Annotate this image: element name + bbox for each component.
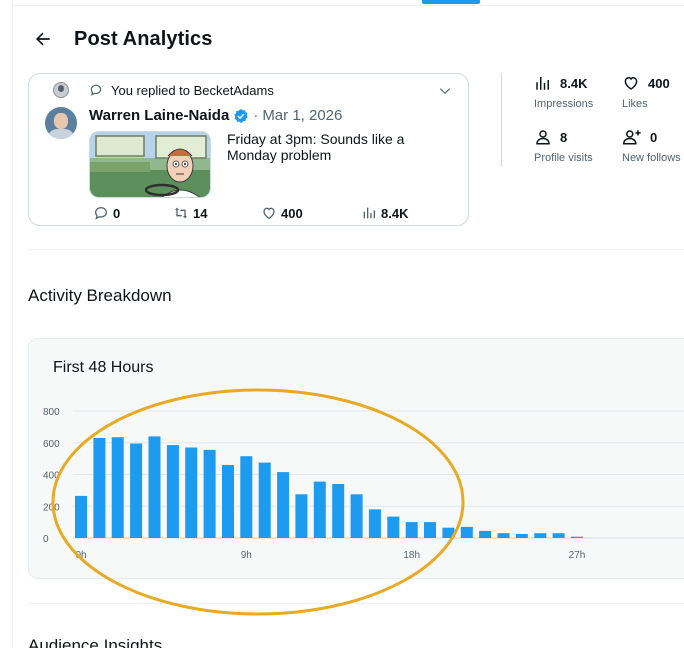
- y-tick-label: 0: [43, 534, 49, 545]
- stat-label: New follows: [622, 152, 681, 164]
- y-tick-label: 200: [43, 502, 60, 513]
- chart-bar[interactable]: 26h: 30: [552, 533, 565, 538]
- stat-value: 400: [648, 75, 670, 91]
- stat-value: 0: [650, 129, 658, 145]
- like-button[interactable]: 400: [261, 205, 303, 221]
- chart-bar[interactable]: 0h: 265: [75, 495, 87, 538]
- chart-bar[interactable]: 21h: 70: [460, 526, 473, 538]
- x-tick-label: 18h: [403, 550, 420, 561]
- repost-count: 14: [193, 205, 208, 221]
- chart-bar[interactable]: 18h: 100: [405, 522, 418, 538]
- top-divider: [12, 5, 684, 6]
- chart-bar[interactable]: 5h: 585: [166, 445, 179, 538]
- chart-bar[interactable]: 24h: 25: [515, 534, 528, 538]
- repost-icon: [175, 207, 187, 219]
- like-count: 400: [281, 205, 303, 221]
- chart-bar[interactable]: 7h: 555: [203, 449, 216, 538]
- repost-button[interactable]: 14: [173, 205, 207, 221]
- left-column-border: [12, 0, 13, 648]
- stats-divider: [501, 73, 502, 166]
- section-divider: [28, 603, 684, 604]
- chart-bar[interactable]: 11h: 415: [277, 472, 290, 538]
- y-tick-label: 600: [43, 439, 60, 450]
- heart-icon: [263, 207, 275, 220]
- chart-bar[interactable]: 1h: 630: [93, 438, 106, 538]
- post-actions: 0 14 400 8.4K: [93, 205, 423, 223]
- activity-bar-chart: 0 200 400 600 800 0h: 265 1h: 630 2h: 635 3h: 59…: [43, 407, 684, 561]
- chart-bar[interactable]: 6h: 570: [185, 447, 198, 539]
- chart-bar[interactable]: 22h: 45: [479, 530, 492, 538]
- bar-chart-icon: [363, 207, 375, 219]
- stat-label: Profile visits: [534, 152, 593, 164]
- reply-count: 0: [113, 205, 121, 221]
- chart-bar[interactable]: 15h: 275: [350, 494, 363, 538]
- author-avatar[interactable]: [45, 107, 77, 139]
- arrow-left-icon: [35, 32, 50, 46]
- separator-dot: ·: [253, 107, 259, 124]
- stat-impressions[interactable]: 8.4K Impressions: [534, 74, 594, 111]
- page-title: Post Analytics: [74, 27, 213, 50]
- chart-bar[interactable]: 16h: 180: [368, 509, 381, 538]
- x-tick-label: 0h: [75, 550, 86, 561]
- stat-profile-visits[interactable]: 8 Profile visits: [534, 128, 593, 165]
- chart-bar[interactable]: 2h: 635: [111, 437, 124, 538]
- chart-bar[interactable]: 9h: 515: [240, 456, 253, 538]
- views-button[interactable]: 8.4K: [361, 205, 408, 221]
- chart-bar[interactable]: 4h: 640: [148, 436, 161, 538]
- stat-label: Impressions: [534, 98, 594, 110]
- chart-bar[interactable]: 8h: 460: [222, 465, 234, 538]
- activity-chart-card: First 48 Hours 02004006008000h: 2651h: 6…: [28, 338, 684, 579]
- y-tick-label: 800: [43, 407, 60, 418]
- author-row: Warren Laine-Naida · Mar 1, 2026: [89, 107, 342, 124]
- person-add-icon: [622, 130, 641, 145]
- chart-bar[interactable]: 19h: 100: [424, 522, 436, 538]
- chart-bar[interactable]: 14h: 340: [332, 484, 345, 538]
- stat-label: Likes: [622, 98, 648, 110]
- replied-user-avatar: [53, 82, 69, 98]
- chart-bar[interactable]: 27h: 8: [571, 536, 583, 538]
- chart-bar[interactable]: 12h: 275: [295, 494, 308, 538]
- chart-bar[interactable]: 3h: 595: [130, 443, 143, 539]
- x-tick-label: 27h: [569, 550, 586, 561]
- post-card[interactable]: You replied to BecketAdams Warren Laine-…: [28, 73, 469, 226]
- chart-bar[interactable]: 17h: 135: [387, 516, 400, 538]
- stat-value: 8.4K: [560, 75, 588, 91]
- chart-bar[interactable]: 25h: 30: [534, 533, 547, 538]
- reply-context: You replied to BecketAdams: [53, 82, 274, 98]
- cartoon-driver-image: [90, 132, 210, 197]
- page-header: Post Analytics: [28, 22, 212, 56]
- back-button[interactable]: [26, 22, 60, 56]
- chevron-down-icon[interactable]: [438, 84, 452, 103]
- chart-bar[interactable]: 13h: 355: [313, 481, 326, 538]
- active-tab-indicator: [422, 0, 480, 4]
- person-icon: [536, 130, 550, 145]
- reply-icon: [89, 83, 103, 97]
- y-tick-label: 400: [43, 471, 60, 482]
- post-text: Friday at 3pm: Sounds like a Monday prob…: [227, 131, 405, 163]
- chart-bar[interactable]: 10h: 475: [258, 462, 271, 538]
- chart-bar[interactable]: 20h: 65: [442, 527, 455, 538]
- reply-icon: [94, 206, 108, 220]
- activity-breakdown-heading: Activity Breakdown: [28, 286, 172, 305]
- bar-chart-icon: [536, 77, 549, 90]
- chart-bar[interactable]: 23h: 30: [497, 533, 510, 538]
- reply-button[interactable]: 0: [93, 205, 120, 221]
- views-count: 8.4K: [381, 205, 409, 221]
- section-divider: [28, 249, 684, 250]
- heart-icon: [624, 76, 638, 90]
- verified-badge-icon: [233, 108, 249, 124]
- stat-value: 8: [560, 129, 568, 145]
- stat-likes[interactable]: 400 Likes: [622, 74, 670, 111]
- author-name[interactable]: Warren Laine-Naida: [89, 107, 229, 124]
- audience-insights-heading: Audience Insights: [28, 636, 163, 648]
- x-tick-label: 9h: [241, 550, 252, 561]
- reply-context-text: You replied to BecketAdams: [111, 82, 274, 98]
- post-media-image[interactable]: [89, 131, 211, 198]
- stat-new-follows[interactable]: 0 New follows: [622, 128, 681, 165]
- post-date[interactable]: Mar 1, 2026: [262, 107, 342, 124]
